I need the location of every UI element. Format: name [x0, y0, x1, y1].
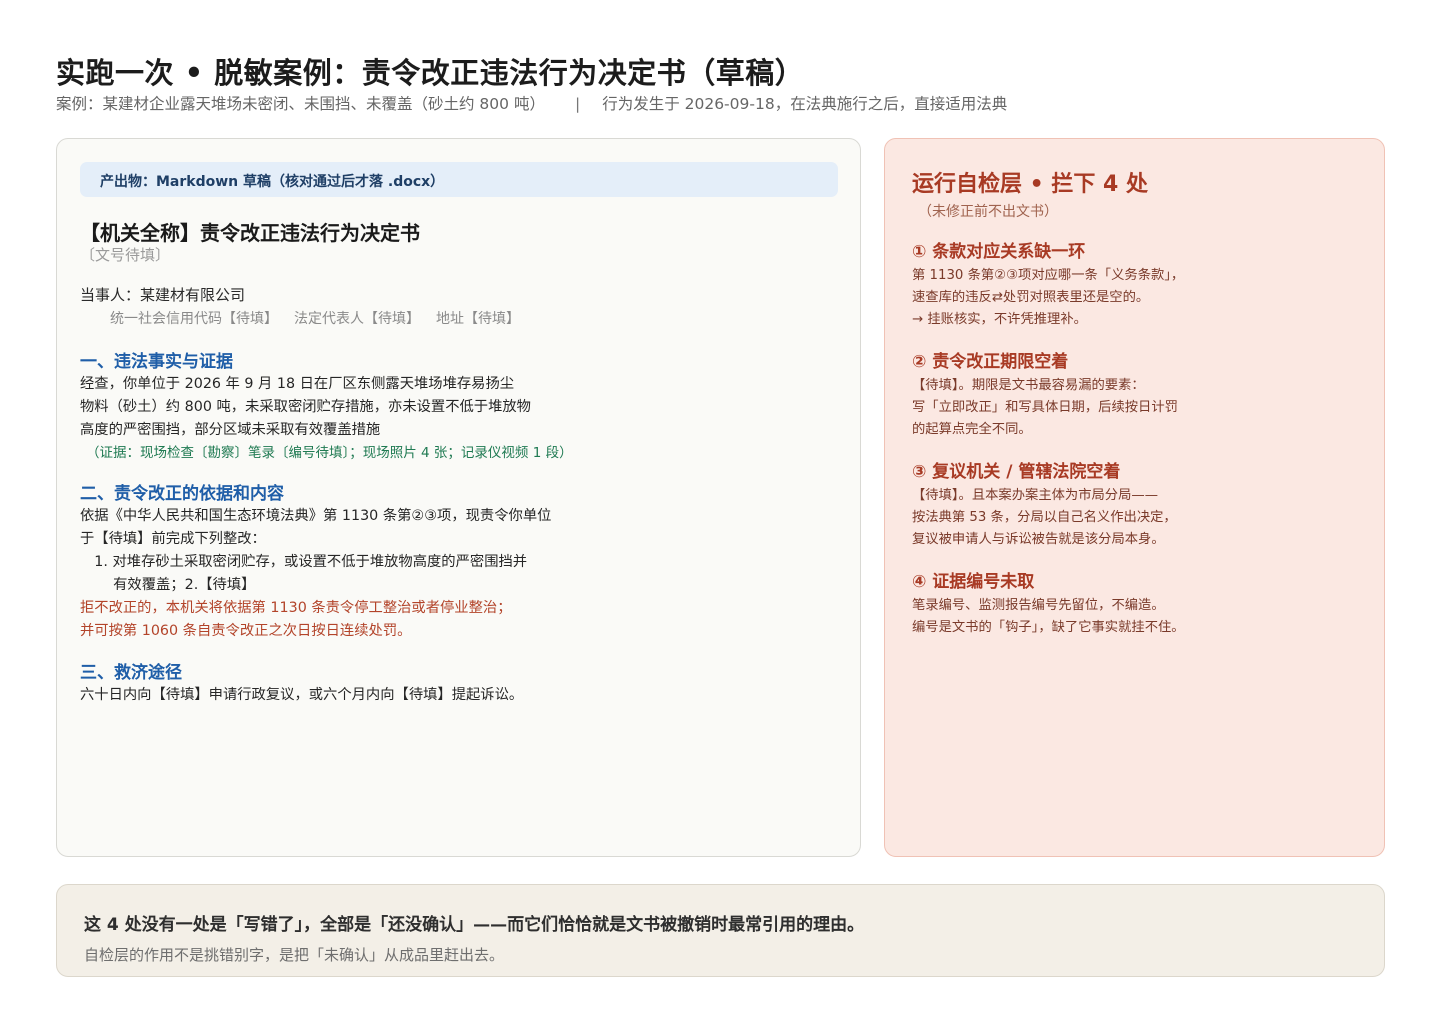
- basis-line: 依据《中华人民共和国生态环境法典》第 1130 条第②③项，现责令你单位: [80, 508, 552, 524]
- conclusion-sub: 自检层的作用不是挑错别字，是把「未确认」从成品里赶出去。: [84, 946, 505, 964]
- evidence-line: （证据：现场检查〔勘察〕笔录〔编号待填〕；现场照片 4 张；记录仪视频 1 段）: [86, 445, 573, 461]
- basis-line: 于【待填】前完成下列整改：: [80, 531, 266, 547]
- conclusion-main: 这 4 处没有一处是「写错了」，全部是「还没确认」——而它们恰恰就是文书被撤销时…: [84, 915, 865, 935]
- basis-line: 有效覆盖；2.【待填】: [80, 577, 256, 593]
- draft-document-panel: 产出物：Markdown 草稿（核对通过后才落 .docx） 【机关全称】责令改…: [56, 138, 861, 857]
- issue-line: 【待填】。期限是文书最容易漏的要素：: [912, 378, 1145, 393]
- section-heading-basis: 二、责令改正的依据和内容: [80, 484, 284, 504]
- penalty-line: 并可按第 1060 条自责令改正之次日按日连续处罚。: [80, 623, 412, 639]
- issue-line: 的起算点完全不同。: [912, 422, 1032, 437]
- credit-code-field: 统一社会信用代码【待填】: [110, 311, 278, 327]
- self-check-panel: 运行自检层 • 拦下 4 处 （未修正前不出文书） ① 条款对应关系缺一环 第 …: [884, 138, 1385, 857]
- issue-line: 【待填】。且本案办案主体为市局分局——: [912, 488, 1158, 503]
- page-title: 实跑一次 • 脱敏案例：责令改正违法行为决定书（草稿）: [56, 56, 805, 90]
- page-subtitle: 案例：某建材企业露天堆场未密闭、未围挡、未覆盖（砂土约 800 吨） | 行为发生于…: [56, 92, 1007, 114]
- issue-line: 复议被申请人与诉讼被告就是该分局本身。: [912, 532, 1165, 547]
- self-check-title: 运行自检层 • 拦下 4 处: [912, 172, 1149, 197]
- facts-line: 物料（砂土）约 800 吨，未采取密闭贮存措施，亦未设置不低于堆放物: [80, 399, 531, 415]
- issue-line: 笔录编号、监测报告编号先留位，不编造。: [912, 598, 1165, 613]
- party-name: 当事人：某建材有限公司: [80, 286, 246, 304]
- issue-line: 编号是文书的「钩子」，缺了它事实就挂不住。: [912, 620, 1185, 635]
- issue-line: 第 1130 条第②③项对应哪一条「义务条款」，: [912, 268, 1185, 283]
- subtitle-separator: |: [574, 95, 581, 113]
- remedy-line: 六十日内向【待填】申请行政复议，或六个月内向【待填】提起诉讼。: [80, 687, 524, 703]
- document-number: 〔文号待填〕: [80, 246, 171, 264]
- self-check-subtitle: （未修正前不出文书）: [918, 204, 1058, 220]
- legal-rep-field: 法定代表人【待填】: [294, 311, 420, 327]
- address-field: 地址【待填】: [436, 311, 520, 327]
- party-meta: 统一社会信用代码【待填】 法定代表人【待填】 地址【待填】: [110, 308, 536, 328]
- issue-heading: ④ 证据编号未取: [912, 572, 1035, 592]
- facts-line: 高度的严密围挡，部分区域未采取有效覆盖措施: [80, 422, 381, 438]
- conclusion-panel: 这 4 处没有一处是「写错了」，全部是「还没确认」——而它们恰恰就是文书被撤销时…: [56, 884, 1385, 977]
- section-heading-remedy: 三、救济途径: [80, 663, 182, 683]
- issue-line: 写「立即改正」和写具体日期，后续按日计罚: [912, 400, 1178, 415]
- facts-line: 经查，你单位于 2026 年 9 月 18 日在厂区东侧露天堆场堆存易扬尘: [80, 376, 515, 392]
- penalty-line: 拒不改正的，本机关将依据第 1130 条责令停工整治或者停业整治；: [80, 600, 512, 616]
- issue-line: 按法典第 53 条，分局以自己名义作出决定，: [912, 510, 1177, 525]
- issue-line: 速查库的违反⇄处罚对照表里还是空的。: [912, 290, 1150, 305]
- issue-heading: ① 条款对应关系缺一环: [912, 242, 1086, 262]
- document-title: 【机关全称】责令改正违法行为决定书: [80, 221, 420, 245]
- issue-heading: ② 责令改正期限空着: [912, 352, 1069, 372]
- case-description: 案例：某建材企业露天堆场未密闭、未围挡、未覆盖（砂土约 800 吨）: [56, 95, 545, 113]
- issue-line: → 挂账核实，不许凭推理补。: [912, 312, 1087, 327]
- applicability-note: 行为发生于 2026-09-18，在法典施行之后，直接适用法典: [602, 95, 1008, 113]
- output-banner: 产出物：Markdown 草稿（核对通过后才落 .docx）: [80, 162, 838, 197]
- issue-heading: ③ 复议机关 / 管辖法院空着: [912, 462, 1121, 482]
- basis-line: 1. 对堆存砂土采取密闭贮存，或设置不低于堆放物高度的严密围挡并: [80, 554, 528, 570]
- section-heading-facts: 一、违法事实与证据: [80, 352, 233, 372]
